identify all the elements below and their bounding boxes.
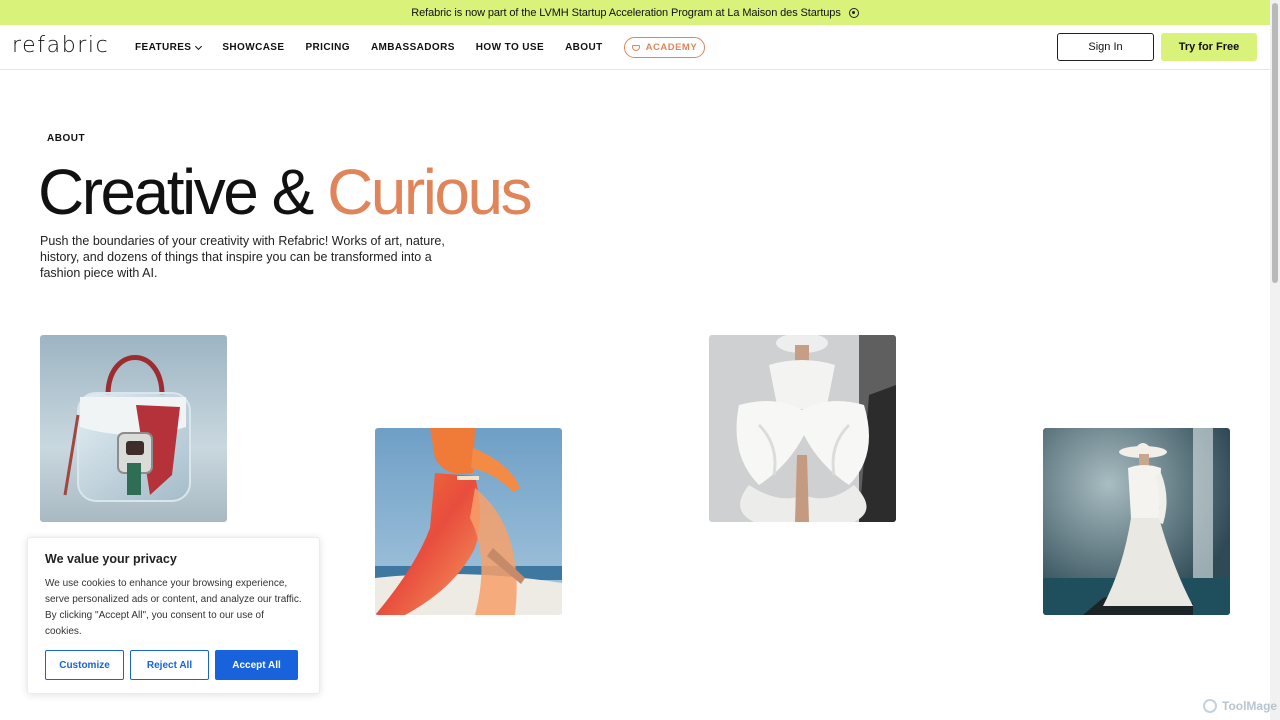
announcement-bar: Refabric is now part of the LVMH Startup… [0, 0, 1270, 25]
nav-pricing[interactable]: PRICING [305, 42, 349, 53]
gallery-image-waterfall-gown [1043, 428, 1230, 615]
page-scrollbar[interactable] [1270, 0, 1280, 720]
customize-button[interactable]: Customize [45, 650, 124, 680]
intro-paragraph: Push the boundaries of your creativity w… [40, 234, 445, 280]
academy-label: ACADEMY [645, 42, 698, 53]
try-free-button[interactable]: Try for Free [1161, 33, 1257, 61]
title-accent: Curious [327, 156, 533, 228]
gallery-image-orange-dress [375, 428, 562, 615]
cookie-buttons: Customize Reject All Accept All [45, 650, 298, 680]
title-main: Creative & [38, 156, 328, 228]
watermark: ToolMage [1203, 699, 1277, 713]
logo[interactable]: refabric [12, 33, 109, 58]
nav-features[interactable]: FEATURES [135, 42, 203, 53]
scrollbar-thumb[interactable] [1272, 3, 1278, 283]
accept-all-button[interactable]: Accept All [215, 650, 298, 680]
nav-showcase[interactable]: SHOWCASE [222, 42, 284, 53]
main-nav: FEATURES SHOWCASE PRICING AMBASSADORS HO… [135, 25, 706, 70]
watermark-logo-icon [1203, 699, 1217, 713]
sign-in-button[interactable]: Sign In [1057, 33, 1154, 61]
watermark-text: ToolMage [1222, 699, 1278, 713]
gallery-image-white-gown [709, 335, 896, 522]
nav-about[interactable]: ABOUT [565, 42, 603, 53]
page-title: Creative & Curious [38, 154, 533, 230]
graduation-cap-icon [631, 44, 640, 51]
section-eyebrow: ABOUT [47, 133, 86, 144]
cookie-title: We value your privacy [45, 552, 177, 566]
reject-all-button[interactable]: Reject All [130, 650, 209, 680]
close-circle-icon[interactable] [848, 7, 859, 18]
cookie-text: We use cookies to enhance your browsing … [45, 578, 302, 637]
academy-button[interactable]: ACADEMY [623, 37, 706, 58]
cookie-consent-banner: We value your privacy We use cookies to … [27, 537, 320, 694]
chevron-down-icon [195, 42, 203, 50]
nav-how-to-use[interactable]: HOW TO USE [476, 42, 544, 53]
nav-features-label: FEATURES [135, 42, 192, 53]
gallery-image-handbag [40, 335, 227, 522]
nav-ambassadors[interactable]: AMBASSADORS [371, 42, 455, 53]
announcement-text[interactable]: Refabric is now part of the LVMH Startup… [411, 7, 841, 19]
site-header: refabric FEATURES SHOWCASE PRICING AMBAS… [0, 25, 1270, 70]
